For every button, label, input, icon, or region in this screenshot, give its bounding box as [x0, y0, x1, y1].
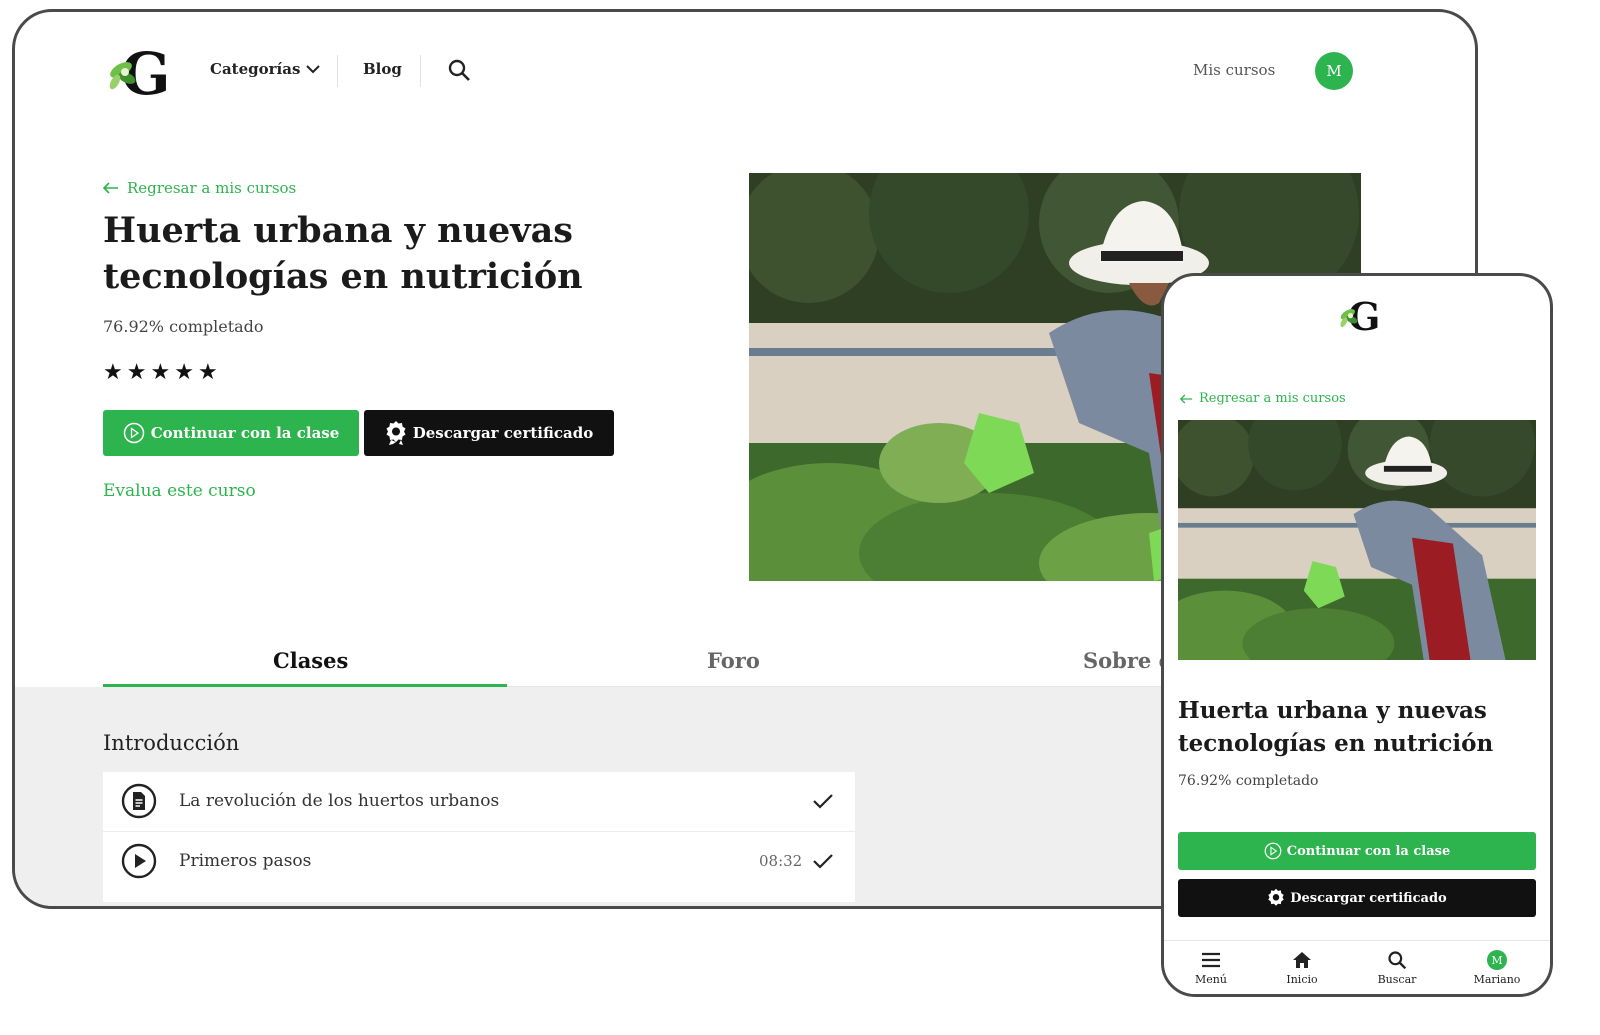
back-to-courses-link[interactable]: Regresar a mis cursos — [103, 179, 296, 197]
nav-menu[interactable]: Menú — [1171, 949, 1251, 986]
star-icon[interactable]: ★ — [103, 362, 123, 384]
course-title: Huerta urbana y nuevas tecnologías en nu… — [1178, 697, 1494, 757]
bottom-nav: Menú Inicio Buscar M Mariano — [1164, 940, 1550, 994]
check-icon — [813, 854, 833, 869]
nav-label: Mariano — [1473, 973, 1521, 986]
nav-label: Buscar — [1377, 973, 1417, 986]
nav-divider — [337, 55, 338, 87]
continue-label: Continuar con la clase — [1286, 843, 1451, 859]
nav-home[interactable]: Inicio — [1262, 949, 1342, 986]
search-icon — [1386, 949, 1408, 971]
continue-class-button[interactable]: Continuar con la clase — [103, 410, 359, 456]
back-label: Regresar a mis cursos — [1199, 391, 1346, 406]
categories-label: Categorías — [210, 60, 301, 78]
arrow-left-icon — [1180, 393, 1193, 404]
play-circle-icon — [1264, 842, 1282, 860]
blog-link[interactable]: Blog — [363, 60, 402, 78]
progress-text: 76.92% completado — [1178, 773, 1319, 789]
certificate-label: Descargar certificado — [412, 424, 594, 442]
mobile-frame: G Regresar a mis cursos Huerta urbana y … — [1161, 273, 1553, 997]
avatar: M — [1487, 950, 1507, 970]
search-button[interactable] — [447, 58, 471, 82]
back-to-courses-link[interactable]: Regresar a mis cursos — [1180, 391, 1346, 406]
lesson-title: Primeros pasos — [179, 851, 312, 871]
progress-text: 76.92% completado — [103, 317, 264, 336]
leaf-g-logo-icon: G — [109, 40, 171, 108]
star-icon[interactable]: ★ — [150, 362, 170, 384]
tab-clases[interactable]: Clases — [273, 648, 348, 673]
back-label: Regresar a mis cursos — [127, 179, 297, 197]
nav-search[interactable]: Buscar — [1357, 949, 1437, 986]
lesson-item[interactable]: Primeros pasos 08:32 — [103, 831, 855, 890]
brand-logo[interactable]: G — [103, 40, 173, 108]
leaf-g-logo-icon: G — [1340, 294, 1380, 339]
nav-label: Inicio — [1286, 973, 1318, 986]
continue-class-button[interactable]: Continuar con la clase — [1178, 832, 1536, 870]
rate-course-link[interactable]: Evalua este curso — [103, 481, 256, 501]
star-icon[interactable]: ★ — [174, 362, 194, 384]
home-icon — [1291, 949, 1313, 971]
award-icon — [386, 421, 406, 445]
star-icon[interactable]: ★ — [127, 362, 147, 384]
download-certificate-button[interactable]: Descargar certificado — [364, 410, 614, 456]
arrow-left-icon — [103, 182, 118, 194]
continue-label: Continuar con la clase — [150, 424, 340, 442]
lesson-item[interactable]: La revolución de los huertos urbanos — [103, 772, 855, 830]
lesson-duration: 08:32 — [759, 852, 803, 870]
download-certificate-button[interactable]: Descargar certificado — [1178, 879, 1536, 917]
chevron-down-icon — [306, 65, 321, 74]
menu-icon — [1200, 949, 1222, 971]
play-circle-icon — [123, 422, 144, 444]
my-courses-link[interactable]: Mis cursos — [1193, 61, 1275, 79]
certificate-label: Descargar certificado — [1290, 890, 1447, 906]
section-title: Introducción — [103, 731, 240, 755]
avatar[interactable]: M — [1315, 52, 1353, 90]
document-icon — [121, 783, 157, 819]
nav-profile[interactable]: M Mariano — [1457, 949, 1537, 986]
course-hero-image — [1178, 420, 1536, 660]
tab-foro[interactable]: Foro — [707, 648, 760, 673]
nav-label: Menú — [1195, 973, 1227, 986]
check-icon — [813, 794, 833, 809]
lesson-list: La revolución de los huertos urbanos Pri… — [103, 772, 855, 902]
star-icon[interactable]: ★ — [198, 362, 218, 384]
brand-logo[interactable]: G — [1336, 294, 1382, 339]
search-icon — [448, 59, 470, 81]
nav-divider — [420, 55, 421, 87]
award-icon — [1268, 888, 1284, 906]
play-icon — [121, 843, 157, 879]
rating-stars[interactable]: ★ ★ ★ ★ ★ — [103, 362, 218, 384]
gardener-photo — [1178, 420, 1536, 660]
lesson-title: La revolución de los huertos urbanos — [179, 791, 500, 811]
course-title: Huerta urbana y nuevas tecnologías en nu… — [103, 210, 583, 297]
categories-menu[interactable]: Categorías — [210, 60, 321, 78]
